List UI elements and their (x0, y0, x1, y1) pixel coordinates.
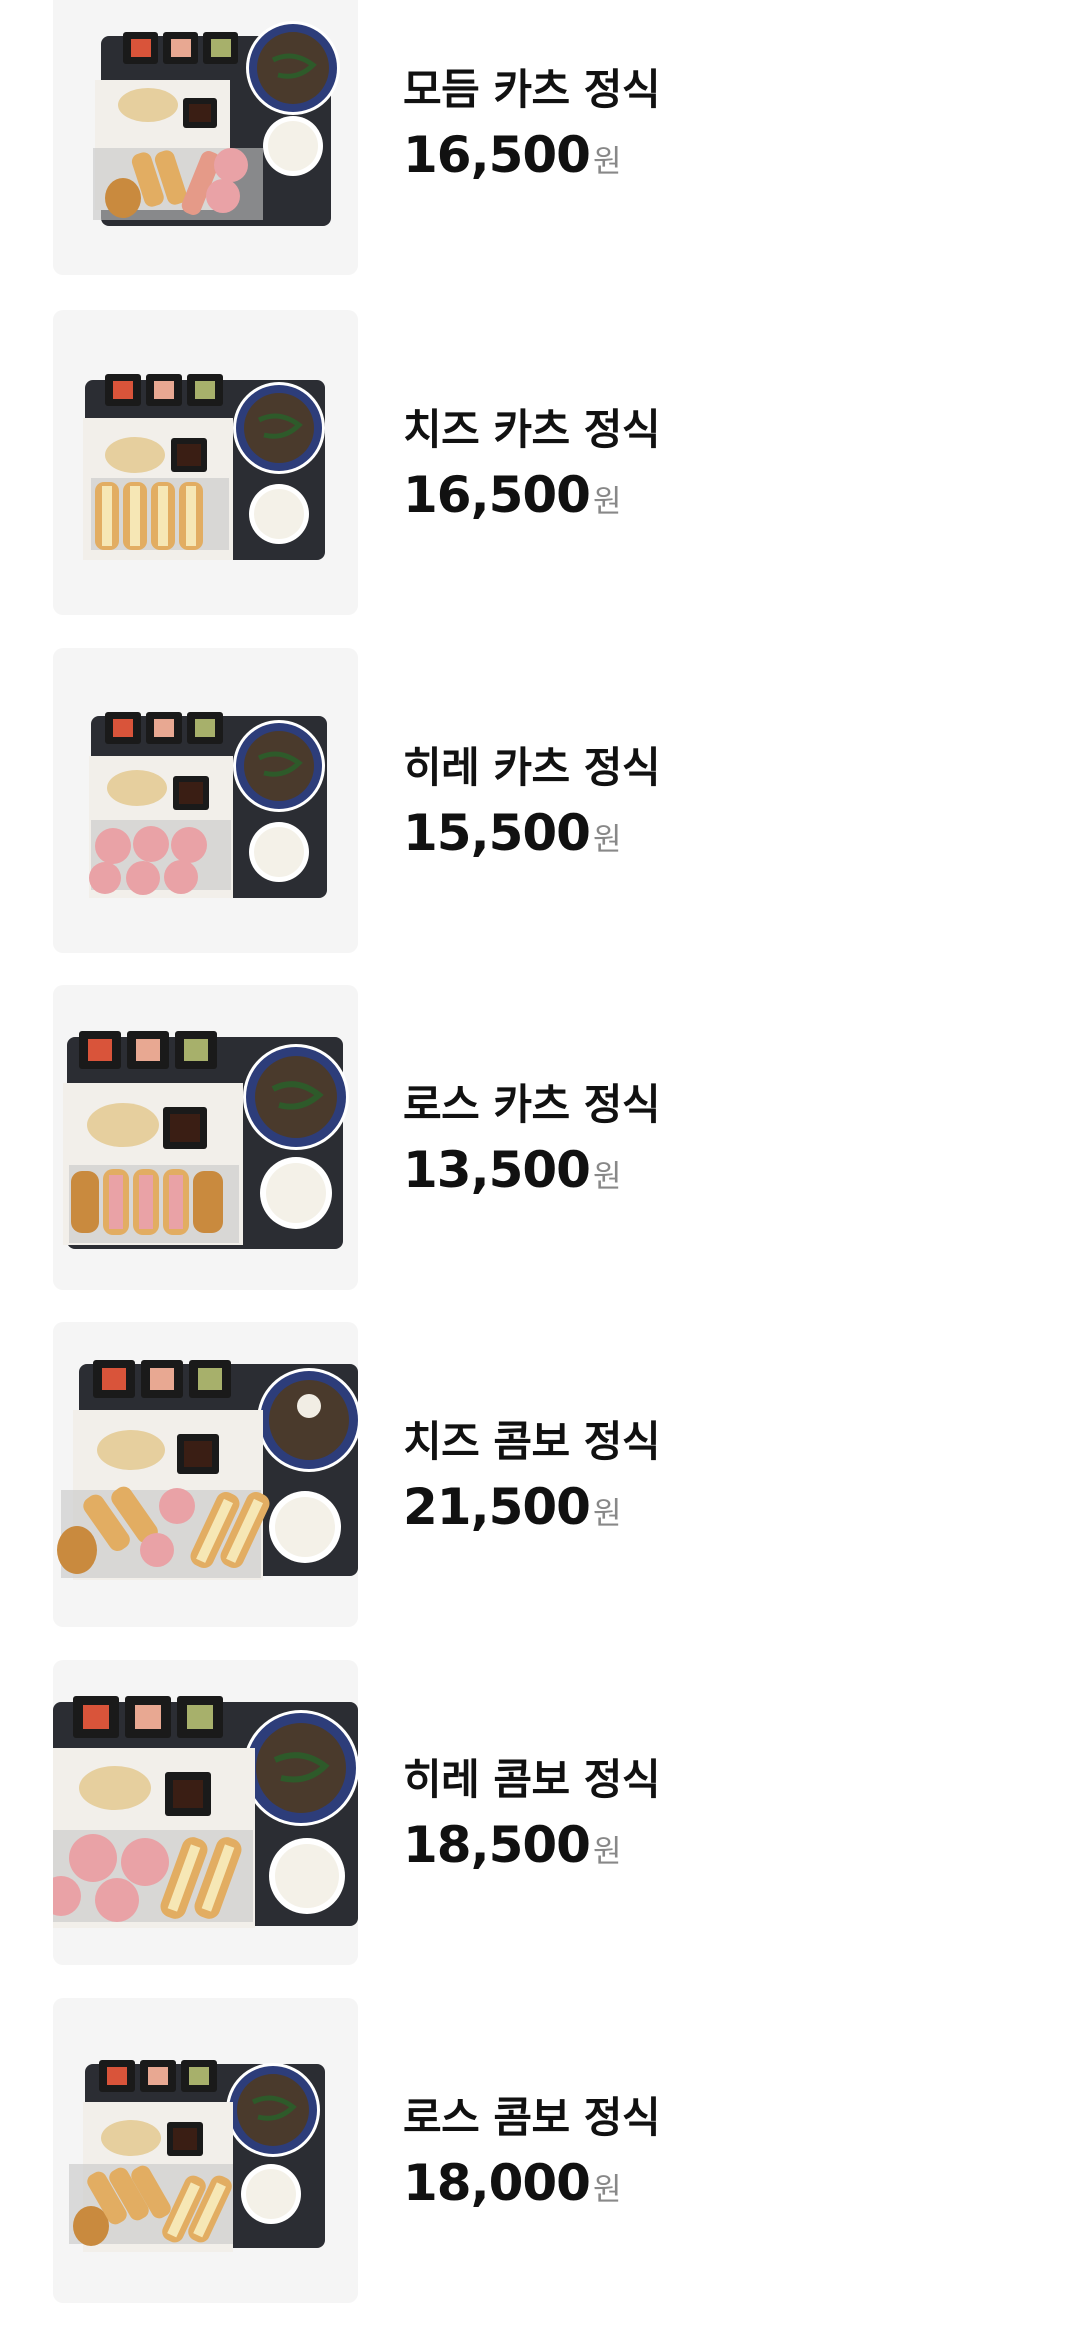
menu-item-price-row: 16,500원 (403, 126, 1003, 184)
menu-item-currency: 원 (592, 1833, 622, 1870)
menu-item-currency: 원 (592, 821, 622, 858)
menu-list: 모듬 카츠 정식 16,500원 치즈 카츠 정식 16,500원 히레 카츠 … (0, 0, 1077, 2351)
menu-item-currency: 원 (592, 1158, 622, 1195)
cheese-combo-set-photo-icon (57, 1360, 358, 1580)
menu-item-info: 모듬 카츠 정식 16,500원 (403, 62, 1003, 184)
menu-item-rosu-katsu-set[interactable]: 로스 카츠 정식 13,500원 (0, 985, 1077, 1290)
menu-item-name: 히레 카츠 정식 (403, 742, 661, 792)
menu-item-price: 16,500 (403, 125, 591, 184)
menu-item-price-row: 18,500원 (403, 1816, 1003, 1874)
menu-item-price-row: 21,500원 (403, 1478, 1003, 1536)
menu-item-image (53, 1998, 358, 2303)
hire-combo-set-photo-icon (53, 1696, 358, 1928)
menu-item-cheese-katsu-set[interactable]: 치즈 카츠 정식 16,500원 (0, 310, 1077, 615)
menu-item-info: 히레 카츠 정식 15,500원 (403, 740, 1003, 862)
menu-item-currency: 원 (592, 483, 622, 520)
menu-item-info: 히레 콤보 정식 18,500원 (403, 1752, 1003, 1874)
cheese-katsu-set-photo-icon (83, 374, 325, 560)
menu-item-currency: 원 (592, 2171, 622, 2208)
menu-item-name: 모듬 카츠 정식 (403, 64, 661, 114)
menu-item-price: 21,500 (403, 1477, 591, 1536)
menu-item-hire-katsu-set[interactable]: 히레 카츠 정식 15,500원 (0, 648, 1077, 953)
menu-item-currency: 원 (592, 1495, 622, 1532)
menu-item-mixed-katsu-set[interactable]: 모듬 카츠 정식 16,500원 (0, 0, 1077, 275)
mixed-katsu-set-photo-icon (93, 21, 340, 226)
menu-item-price: 18,500 (403, 1815, 591, 1874)
menu-item-price-row: 15,500원 (403, 804, 1003, 862)
menu-item-info: 로스 콤보 정식 18,000원 (403, 2090, 1003, 2212)
menu-item-price-row: 18,000원 (403, 2154, 1003, 2212)
hire-katsu-set-photo-icon (89, 712, 327, 898)
menu-item-price: 18,000 (403, 2153, 591, 2212)
menu-item-name: 히레 콤보 정식 (403, 1754, 661, 1804)
menu-item-name: 로스 카츠 정식 (403, 1079, 661, 1129)
rosu-combo-set-photo-icon (69, 2060, 325, 2252)
menu-item-image (53, 1660, 358, 1965)
menu-item-image (53, 1322, 358, 1627)
menu-item-currency: 원 (592, 143, 622, 180)
menu-item-hire-combo-set[interactable]: 히레 콤보 정식 18,500원 (0, 1660, 1077, 1965)
menu-item-name: 로스 콤보 정식 (403, 2092, 661, 2142)
menu-item-price-row: 13,500원 (403, 1141, 1003, 1199)
menu-item-price: 13,500 (403, 1140, 591, 1199)
menu-item-image (53, 310, 358, 615)
menu-item-cheese-combo-set[interactable]: 치즈 콤보 정식 21,500원 (0, 1322, 1077, 1627)
menu-item-info: 치즈 콤보 정식 21,500원 (403, 1414, 1003, 1536)
menu-item-image (53, 648, 358, 953)
menu-item-image (53, 985, 358, 1290)
menu-item-name: 치즈 카츠 정식 (403, 404, 661, 454)
menu-item-name: 치즈 콤보 정식 (403, 1416, 661, 1466)
menu-item-price-row: 16,500원 (403, 466, 1003, 524)
menu-item-price: 15,500 (403, 803, 591, 862)
menu-item-image (53, 0, 358, 275)
menu-item-info: 로스 카츠 정식 13,500원 (403, 1077, 1003, 1199)
menu-item-info: 치즈 카츠 정식 16,500원 (403, 402, 1003, 524)
menu-item-price: 16,500 (403, 465, 591, 524)
menu-item-rosu-combo-set[interactable]: 로스 콤보 정식 18,000원 (0, 1998, 1077, 2303)
rosu-katsu-set-photo-icon (63, 1031, 349, 1249)
